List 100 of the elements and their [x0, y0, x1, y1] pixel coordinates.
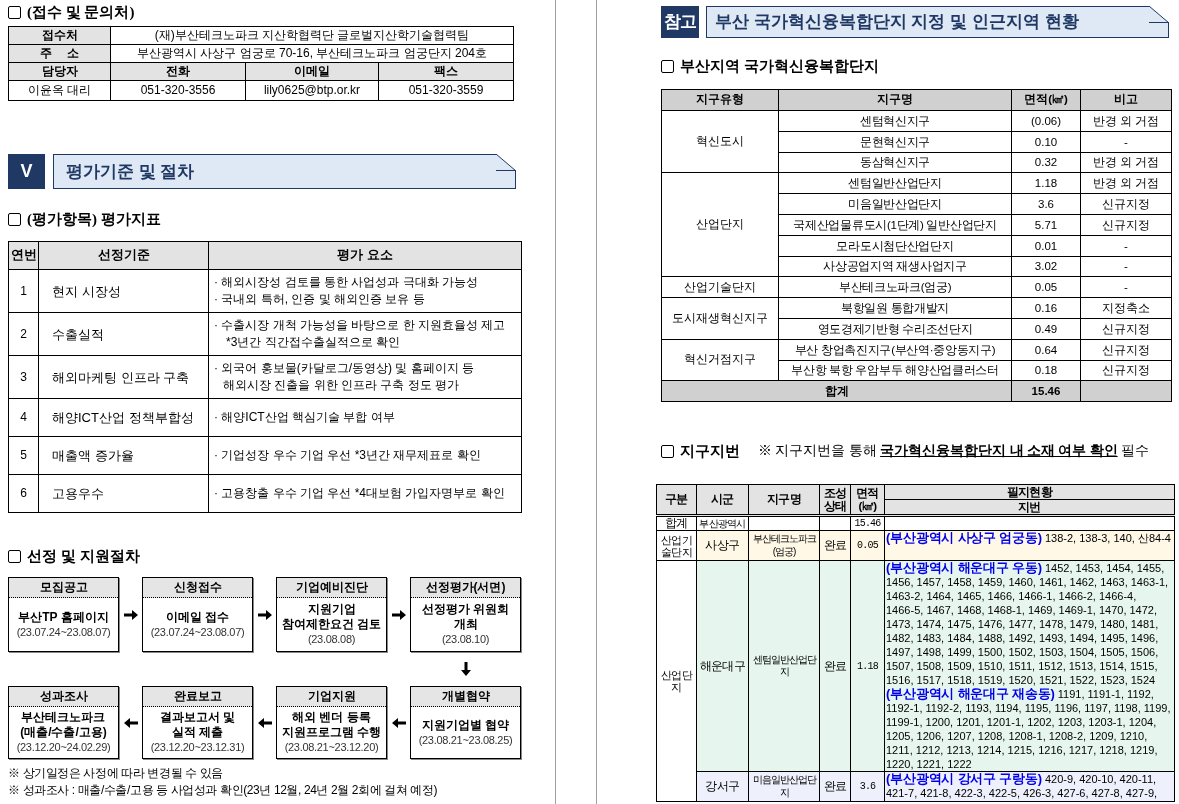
criteria-item-text: · 수출시장 개척 가능성을 바탕으로 한 지원효율성 제고 — [214, 317, 507, 334]
total-label-cell: 합계 — [661, 380, 1012, 402]
table-cell: 부산테크노파크(엄궁) — [778, 276, 1012, 298]
table-cell: - — [1080, 276, 1172, 298]
step-title: 선정평가(서면) — [411, 578, 520, 598]
step-title: 기업예비진단 — [277, 578, 386, 598]
section-badge: V — [8, 154, 45, 189]
column-header: 면적(㎢) — [850, 484, 885, 516]
table-cell: 이윤옥 대리 — [8, 80, 111, 101]
section-heading: (평가항목) 평가지표 — [27, 210, 161, 228]
table-cell: 해운대구 — [696, 560, 749, 772]
row-number-cell: 1 — [8, 269, 39, 313]
square-bullet-icon — [8, 212, 21, 226]
table-cell: 신규지정 — [1080, 214, 1172, 236]
step-description: 선정평가 위원회 개최 — [421, 602, 510, 632]
banner-title: 평가기준 및 절차 — [66, 160, 195, 183]
table-cell: 센텀혁신지구 — [778, 110, 1012, 132]
table-cell: 매출액 증가율 — [38, 436, 209, 475]
criteria-item-text: · 외국어 홍보물(카달로그/동영상) 및 홈페이지 등 해외시장 진출을 위한 인프라 구축 정도 평가 — [214, 360, 475, 394]
step-title: 기업지원 — [277, 687, 386, 707]
step-description: 부산TP 홈페이지 — [18, 609, 109, 625]
table-cell: 도시재생혁신지구 — [661, 297, 779, 340]
criteria-item-text: · 해양ICT산업 핵심기술 부합 여부 — [214, 409, 396, 426]
table-cell: 산업기술단지 — [661, 276, 779, 298]
step-date: (23.08.10) — [441, 632, 490, 647]
table-cell: 부산광역시 사상구 엄궁로 70-16, 부산테크노파크 엄궁단지 204호 — [110, 44, 514, 63]
square-bullet-icon — [8, 5, 21, 19]
table-cell: 0.64 — [1011, 339, 1081, 361]
parcel-numbers-text: (부산광역시 강서구 구랑동) 420-9, 420-10, 420-11, 421-7, 421-8, 422-3, 422-5, 426-3, 427-6, 427-8, 427-9, — [886, 772, 1159, 801]
empty-cell — [819, 515, 851, 531]
table-cell: 혁신도시 — [661, 110, 779, 173]
step-description: 결과보고서 및 실적 제출 — [159, 710, 236, 740]
step-date: (23.08.08) — [307, 632, 356, 647]
table-cell: 부산광역시 — [696, 515, 749, 531]
table-cell: 산업기술단지 — [656, 530, 697, 561]
arrow-right-icon — [123, 608, 138, 621]
banner-title: 부산 국가혁신융복합단지 지정 및 인근지역 현황 — [715, 11, 1079, 34]
table-cell: 미음일반산업단지 — [748, 771, 820, 802]
step-date: (23.07.24~23.08.07) — [150, 624, 245, 640]
table-cell: 산업단지 — [656, 560, 697, 802]
table-cell: 신규지정 — [1080, 339, 1172, 361]
step-title: 모집공고 — [9, 578, 118, 598]
table-cell: 산업단지 — [661, 172, 779, 277]
table-cell: 부산항 북항 우암부두 해양산업클러스터 — [778, 360, 1012, 381]
column-header: 조성상태 — [819, 484, 851, 516]
step-title: 성과조사 — [9, 687, 118, 707]
table-cell: 0.01 — [1011, 235, 1081, 257]
step-description: 해외 벤더 등록 지원프로그램 수행 — [281, 710, 382, 740]
parcel-numbers-text: (부산광역시 해운대구 우동) 1452, 1453, 1454, 1455, 1456, 1457, 1458, 1459, 1460, 1461, 1462, 1463, 1463-1, 1463-2, 1464, 1465, 1466, 1466-1, 1466-2, 1466-4, 1466-5, 1467, 1468, 1468-1, 1469, 1469-1, 1470, 1472, 1473, 1474, 1475, 1476, 1477, 1478, 1479, 1480, 1481, 1482, 1483, 1484, 1488, 1492, 1493, 1494, 1495, 1496, 1497, 1498, 1499, 1500, 1502, 1503, 1504, 1505, 1506, 1507, 1508, 1509, 1510, 1511, 1512, 1513, 1514, 1515, 1516, 1517, 1518, 1519, 1520, 1521, 1522, 1523, 1524 — [886, 561, 1170, 688]
parcel-numbers-text: (부산광역시 해운대구 재송동) 1191, 1191-1, 1192, 1192-1, 1192-2, 1193, 1194, 1195, 1196, 1197, 1198, 1199, 1199-1, 1200, 1201, 1201-1, 1202, 1203, 1203-1, 1204, 1205, 1206, 1207, 1208, 1208-1, 1208-2, 1209, 1210, 1211, 1212, 1213, 1214, 1215, 1216, 1217, 1218, 1219, 1220, 1221, 1222 — [886, 687, 1172, 772]
column-header: 지구명 — [748, 484, 820, 516]
row-number-cell: 6 — [8, 474, 39, 513]
step-title: 개별협약 — [411, 687, 520, 707]
step-description: 지원기업별 협약 — [421, 717, 510, 733]
square-bullet-icon — [8, 549, 21, 563]
table-cell: 합계 — [656, 515, 697, 531]
column-header: 지구명 — [778, 89, 1012, 111]
table-cell: 국제산업물류도시(1단계) 일반산업단지 — [778, 214, 1012, 236]
square-bullet-icon — [661, 444, 674, 458]
step-title: 신청접수 — [143, 578, 252, 598]
parcel-numbers-text: (부산광역시 사상구 엄궁동) 138-2, 138-3, 140, 산84-4 — [886, 531, 1172, 546]
arrow-left-icon — [257, 716, 272, 729]
table-cell: 북항일원 통합개발지 — [778, 297, 1012, 319]
table-cell: 0.49 — [1011, 318, 1081, 340]
arrow-right-icon — [391, 608, 406, 621]
step-date: (23.08.21~23.12.20) — [284, 740, 379, 755]
table-cell: 051-320-3559 — [378, 80, 514, 101]
table-cell: 반경 외 거점 — [1080, 152, 1172, 173]
section-heading: (접수 및 문의처) — [27, 3, 135, 21]
square-bullet-icon — [661, 59, 674, 73]
step-date: (23.07.24~23.08.07) — [16, 624, 111, 640]
table-cell: 0.32 — [1011, 152, 1081, 173]
row-number-cell: 5 — [8, 436, 39, 475]
arrow-down-icon — [459, 662, 472, 676]
table-cell: 혁신거점지구 — [661, 339, 779, 381]
table-cell: 반경 외 거점 — [1080, 110, 1172, 132]
step-description: 이메일 접수 — [165, 609, 230, 625]
empty-cell — [748, 515, 820, 531]
table-cell: 미음일반산업단지 — [778, 193, 1012, 215]
table-cell: 신규지정 — [1080, 360, 1172, 381]
footnote-text: ※ 상기일정은 사정에 따라 변경될 수 있음 — [8, 765, 224, 782]
table-cell: - — [1080, 131, 1172, 153]
table-cell: 부산테크노파크(엄궁) — [748, 530, 820, 561]
column-header: 평가 요소 — [208, 241, 522, 270]
arrow-right-icon — [257, 608, 272, 621]
step-title: 완료보고 — [143, 687, 252, 707]
column-header: 지구유형 — [661, 89, 779, 111]
table-cell: 부산 창업촉진지구(부산역·중앙동지구) — [778, 339, 1012, 361]
table-cell: 센텀일반산업단지 — [748, 560, 820, 772]
column-header: 필지현황 — [884, 484, 1175, 500]
row-number-cell: 4 — [8, 398, 39, 437]
table-cell: 완료 — [819, 560, 851, 772]
table-cell: 신규지정 — [1080, 193, 1172, 215]
table-cell: 0.18 — [1011, 360, 1081, 381]
table-cell: 수출실적 — [38, 312, 209, 356]
table-cell: 센텀일반산업단지 — [778, 172, 1012, 194]
table-cell: 신규지정 — [1080, 318, 1172, 340]
table-cell: 동삼혁신지구 — [778, 152, 1012, 173]
criteria-item-text: · 고용창출 우수 기업 우선 *4대보험 가입자명부로 확인 — [214, 485, 506, 502]
table-cell: 해외마케팅 인프라 구축 — [38, 355, 209, 399]
